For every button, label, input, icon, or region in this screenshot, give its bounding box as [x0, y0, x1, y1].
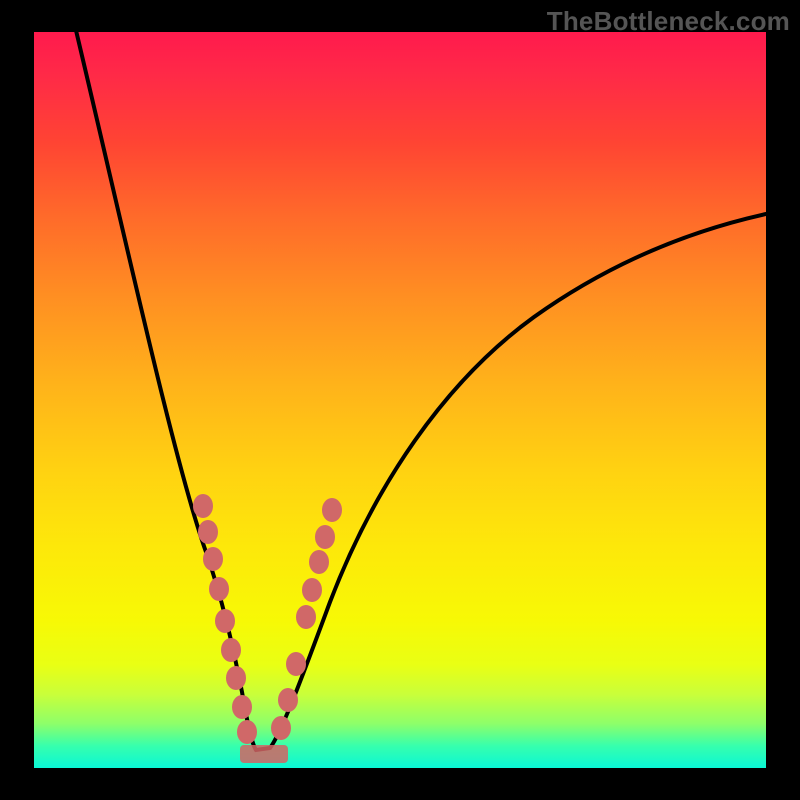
marker-dot: [209, 577, 229, 601]
marker-dot: [286, 652, 306, 676]
marker-dot: [271, 716, 291, 740]
marker-dot: [198, 520, 218, 544]
marker-dot: [221, 638, 241, 662]
plot-area: [34, 32, 766, 768]
marker-dot: [315, 525, 335, 549]
marker-dot: [237, 720, 257, 744]
marker-dot: [322, 498, 342, 522]
marker-dot: [296, 605, 316, 629]
marker-dot: [203, 547, 223, 571]
marker-dot: [302, 578, 322, 602]
marker-dot: [226, 666, 246, 690]
marker-dot: [232, 695, 252, 719]
marker-dot: [193, 494, 213, 518]
watermark-text: TheBottleneck.com: [547, 6, 790, 37]
marker-dot: [309, 550, 329, 574]
marker-dot: [278, 688, 298, 712]
marker-dot: [215, 609, 235, 633]
bottom-bar: [240, 745, 288, 763]
markers-layer: [34, 32, 766, 768]
